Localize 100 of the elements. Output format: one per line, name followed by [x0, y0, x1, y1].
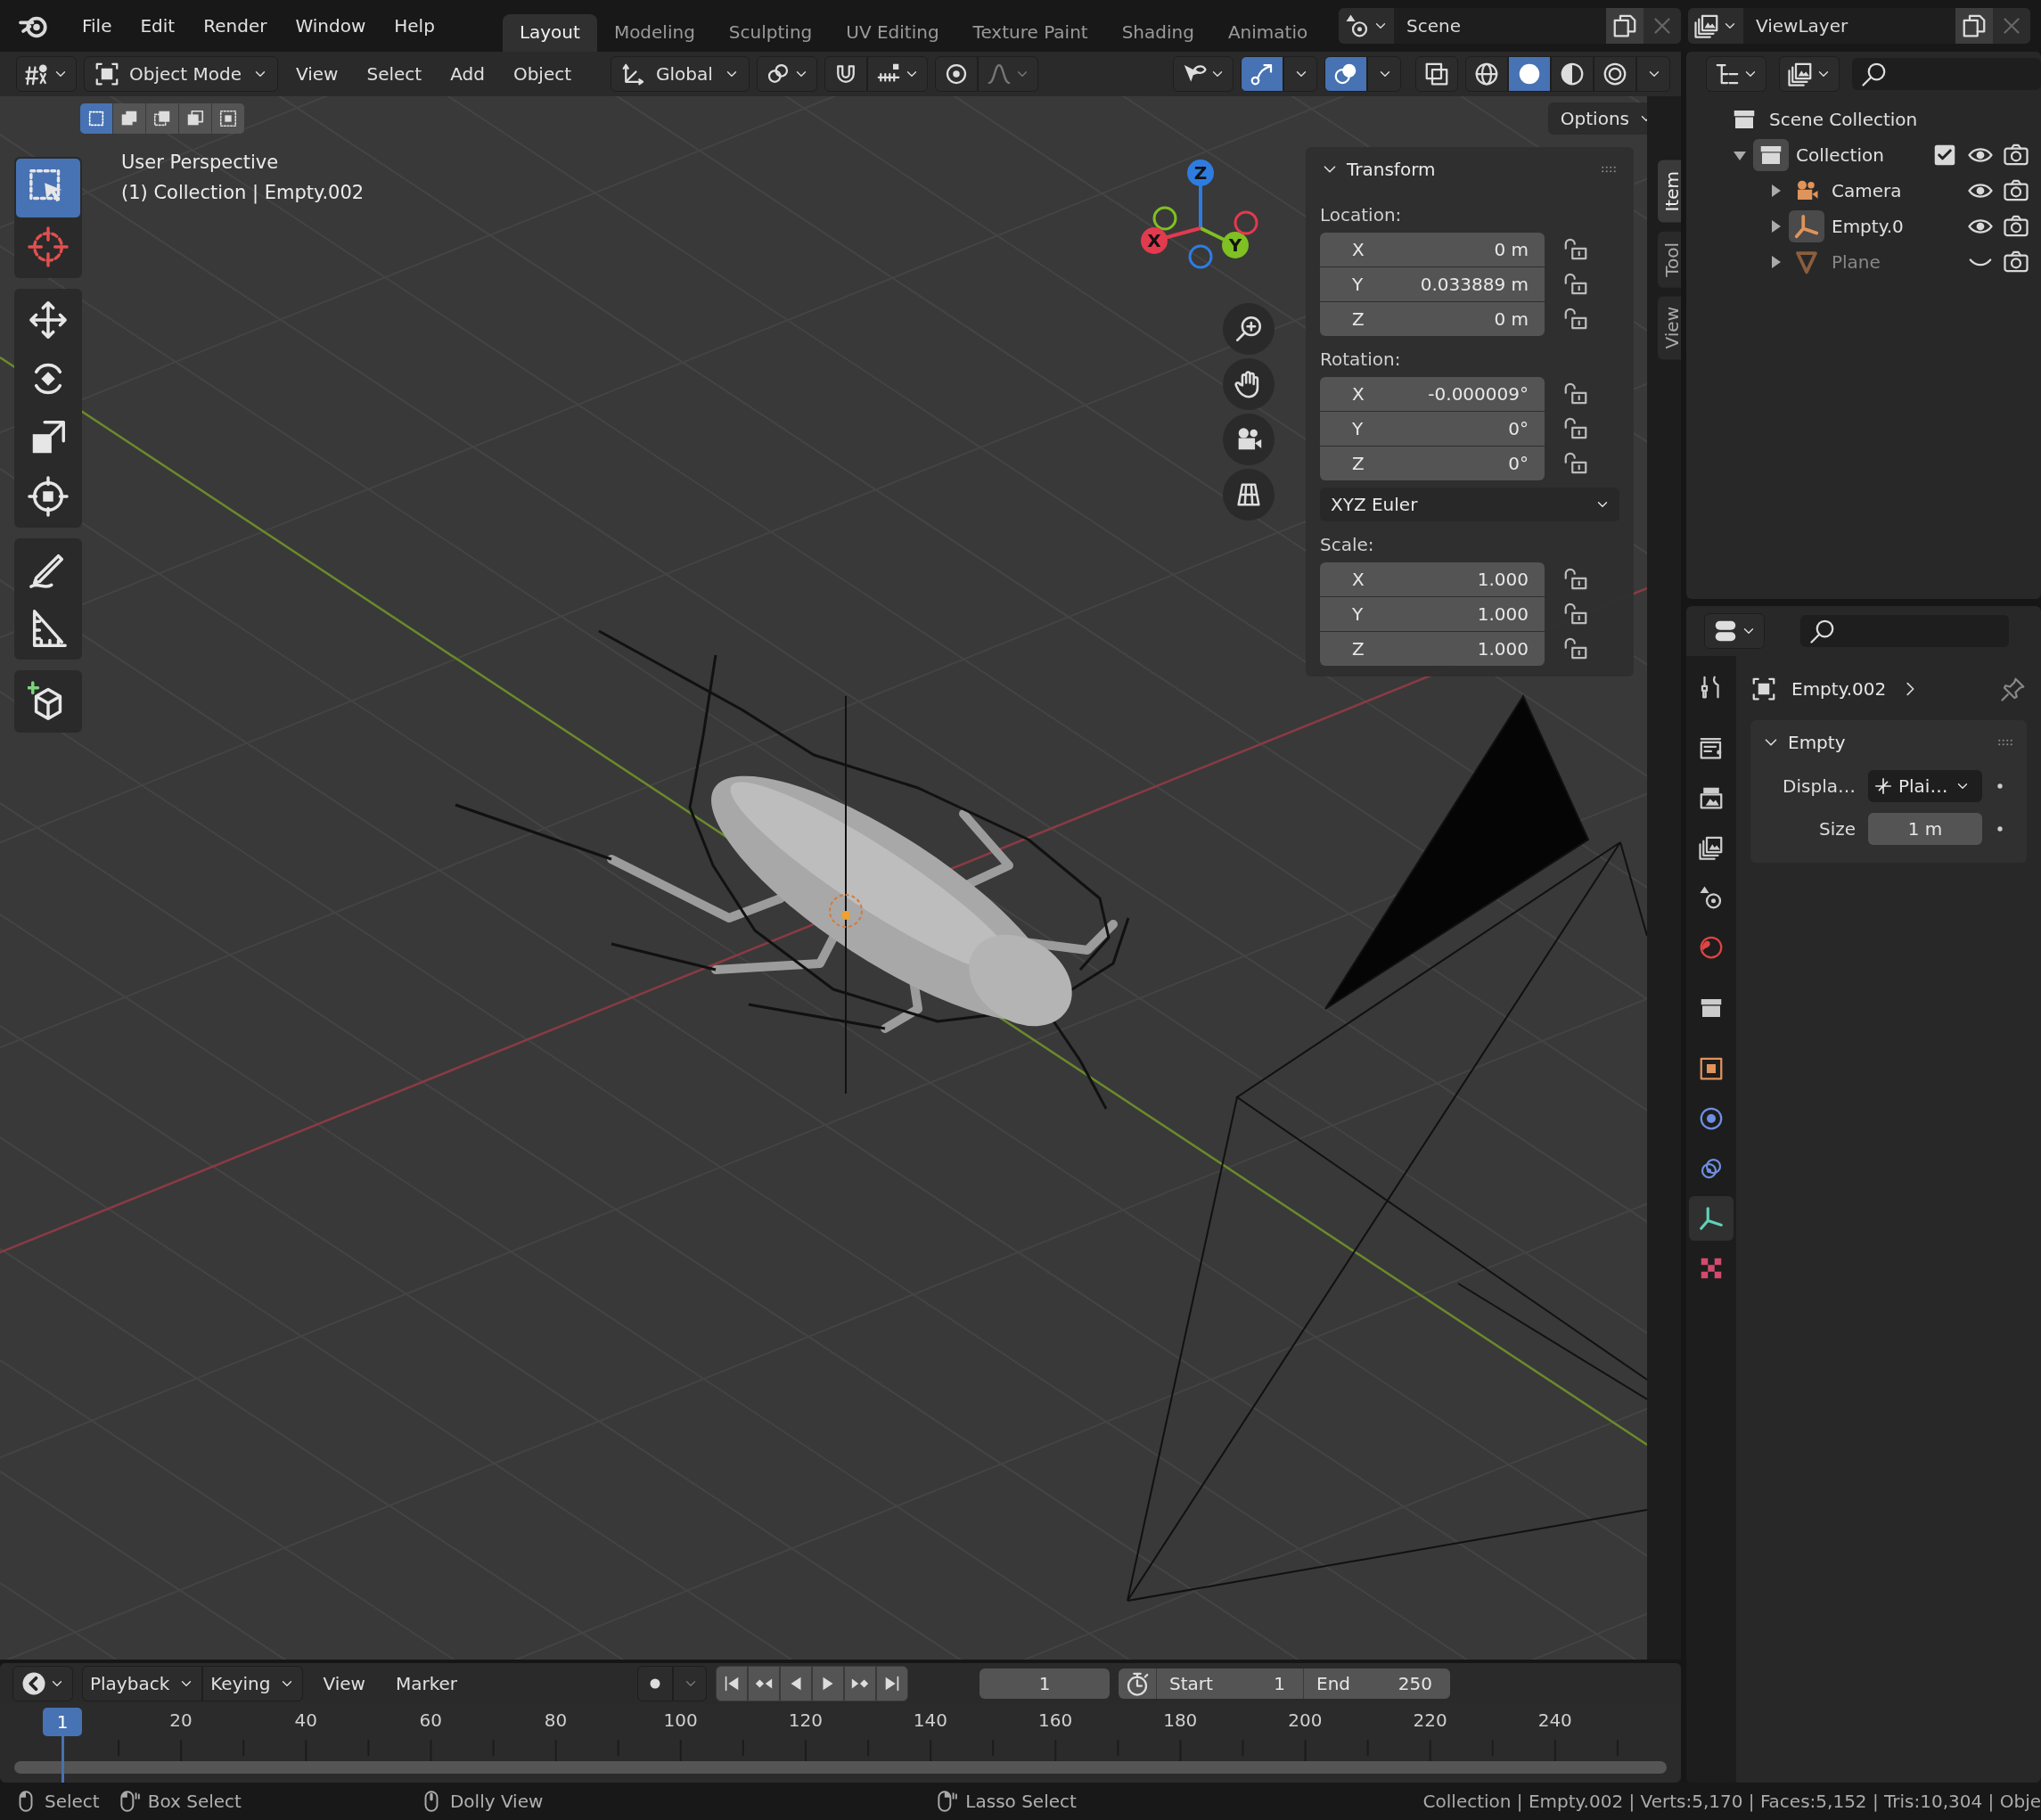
outliner-item-label[interactable]: Scene Collection: [1769, 109, 1927, 130]
mode-dropdown[interactable]: Object Mode: [84, 56, 278, 92]
orientation-dropdown[interactable]: Global: [611, 56, 750, 92]
number-field[interactable]: Z 0 m: [1320, 302, 1545, 336]
menu-item[interactable]: Help: [380, 10, 449, 42]
playhead[interactable]: 1: [43, 1708, 82, 1736]
display-type-dropdown[interactable]: Plai…: [1868, 770, 1982, 802]
workspace-tab[interactable]: Texture Paint: [955, 14, 1105, 52]
search-field[interactable]: [1800, 615, 2009, 647]
number-field[interactable]: Y 0°: [1320, 412, 1545, 446]
search-field[interactable]: [1852, 58, 2041, 90]
jump-start-button[interactable]: [716, 1666, 749, 1701]
options-dropdown[interactable]: Options: [1547, 102, 1647, 135]
number-field[interactable]: 1 m: [1868, 813, 1982, 845]
rotation-mode-dropdown[interactable]: XYZ Euler: [1320, 488, 1619, 521]
number-field[interactable]: Z 1.000: [1320, 632, 1545, 666]
number-field[interactable]: Y 1.000: [1320, 597, 1545, 631]
next-keyframe-button[interactable]: [844, 1666, 877, 1701]
wireframe-shading-button[interactable]: [1465, 56, 1508, 92]
outliner-item-label[interactable]: Collection: [1796, 144, 1927, 166]
rendered-shading-button[interactable]: [1594, 56, 1636, 92]
triangle-icon[interactable]: [1793, 249, 1820, 275]
outliner-item-label[interactable]: Camera: [1832, 180, 1927, 201]
workspace-tab[interactable]: UV Editing: [829, 14, 956, 52]
xray-toggle[interactable]: [1415, 56, 1458, 92]
data-tab[interactable]: [1689, 1196, 1734, 1241]
material-shading-button[interactable]: [1551, 56, 1594, 92]
axis-handle[interactable]: Z: [1187, 160, 1214, 228]
axes-icon[interactable]: [1793, 213, 1820, 240]
sidebar-tab[interactable]: Item: [1658, 160, 1681, 223]
subtract-select-mode-button[interactable]: [146, 103, 179, 134]
sidebar-tab[interactable]: Tool: [1658, 231, 1681, 288]
menu-item[interactable]: File: [68, 10, 127, 42]
menu-item[interactable]: Select: [356, 58, 433, 90]
jump-end-button[interactable]: [876, 1666, 909, 1701]
filter-dropdown[interactable]: [1779, 56, 1840, 92]
sphere-icon: [1602, 61, 1628, 87]
number-field[interactable]: Y 0.033889 m: [1320, 267, 1545, 301]
visibility-dropdown[interactable]: [1173, 56, 1234, 92]
menu-item[interactable]: Marker: [384, 1668, 469, 1700]
negative-axis-handle[interactable]: [1188, 244, 1213, 269]
menu-dropdown[interactable]: Playback: [82, 1666, 203, 1701]
menu-item[interactable]: Object: [502, 58, 583, 90]
negative-axis-handle[interactable]: [1152, 206, 1177, 231]
pivot-dropdown[interactable]: [756, 56, 817, 92]
pin-icon[interactable]: [2000, 676, 2027, 702]
invert-select-mode-button[interactable]: [179, 103, 212, 134]
outliner-item-label[interactable]: Plane: [1832, 251, 1927, 273]
axis-handle[interactable]: X: [1141, 226, 1201, 254]
timeline-scrollbar[interactable]: [14, 1761, 1667, 1774]
menu-dropdown[interactable]: Keying: [202, 1666, 304, 1701]
menu-item[interactable]: View: [285, 58, 349, 90]
menu-item[interactable]: View: [312, 1668, 376, 1700]
snap-toggle[interactable]: [824, 56, 867, 92]
gizmo-toggle[interactable]: [1241, 56, 1283, 92]
display-mode-dropdown[interactable]: [1706, 56, 1766, 92]
set-select-mode-button[interactable]: [80, 103, 113, 134]
workspace-tab[interactable]: Layout: [502, 14, 597, 52]
editor-type-button[interactable]: [1704, 613, 1765, 649]
workspace-tab[interactable]: Animatio: [1210, 14, 1325, 52]
falloff-dropdown[interactable]: [977, 56, 1038, 92]
sidebar-tab[interactable]: View: [1658, 296, 1681, 360]
duplicate-button[interactable]: [1955, 8, 1993, 44]
menu-item[interactable]: Window: [281, 10, 381, 42]
select-mode-icon: [152, 109, 172, 128]
axis-handle[interactable]: Y: [1200, 226, 1249, 258]
workspace-tab[interactable]: Shading: [1104, 14, 1211, 52]
workspace-tab[interactable]: Sculpting: [711, 14, 830, 52]
proportional-toggle[interactable]: [934, 56, 978, 92]
editor-type-button[interactable]: [16, 56, 77, 92]
workspace-tab[interactable]: Modeling: [596, 14, 712, 52]
solid-shading-button[interactable]: [1508, 56, 1551, 92]
previous-keyframe-button[interactable]: [748, 1666, 781, 1701]
number-field[interactable]: Z 0°: [1320, 447, 1545, 480]
frame-number: 40: [293, 1709, 318, 1731]
frame-range-field[interactable]: End 250: [1303, 1668, 1451, 1699]
current-frame-field[interactable]: 1: [980, 1668, 1111, 1699]
menu-item[interactable]: Add: [439, 58, 496, 90]
editor-type-button[interactable]: [12, 1666, 73, 1701]
number-field[interactable]: X -0.000009°: [1320, 377, 1545, 411]
play-button[interactable]: [812, 1666, 845, 1701]
snap-dropdown[interactable]: [866, 56, 928, 92]
overlay-toggle[interactable]: [1324, 56, 1367, 92]
intersect-select-mode-button[interactable]: [212, 103, 245, 134]
select-tool-button[interactable]: [16, 159, 80, 217]
menu-item[interactable]: Edit: [126, 10, 190, 42]
auto-keying-toggle[interactable]: [637, 1666, 674, 1701]
zoom-view-button[interactable]: [1223, 303, 1275, 355]
negative-axis-handle[interactable]: [1234, 210, 1258, 235]
number-field[interactable]: X 0 m: [1320, 233, 1545, 266]
view-layer-name-field[interactable]: ViewLayer: [1743, 8, 1955, 44]
scene-name-field[interactable]: Scene: [1394, 8, 1606, 44]
number-field[interactable]: X 1.000: [1320, 562, 1545, 596]
sphere-icon: [1473, 61, 1500, 87]
extend-select-mode-button[interactable]: [113, 103, 146, 134]
play-reverse-button[interactable]: [780, 1666, 813, 1701]
duplicate-button[interactable]: [1606, 8, 1643, 44]
frame-range-field[interactable]: Start 1: [1156, 1668, 1304, 1699]
outliner-item-label[interactable]: Empty.0: [1832, 216, 1927, 237]
menu-item[interactable]: Render: [189, 10, 282, 42]
